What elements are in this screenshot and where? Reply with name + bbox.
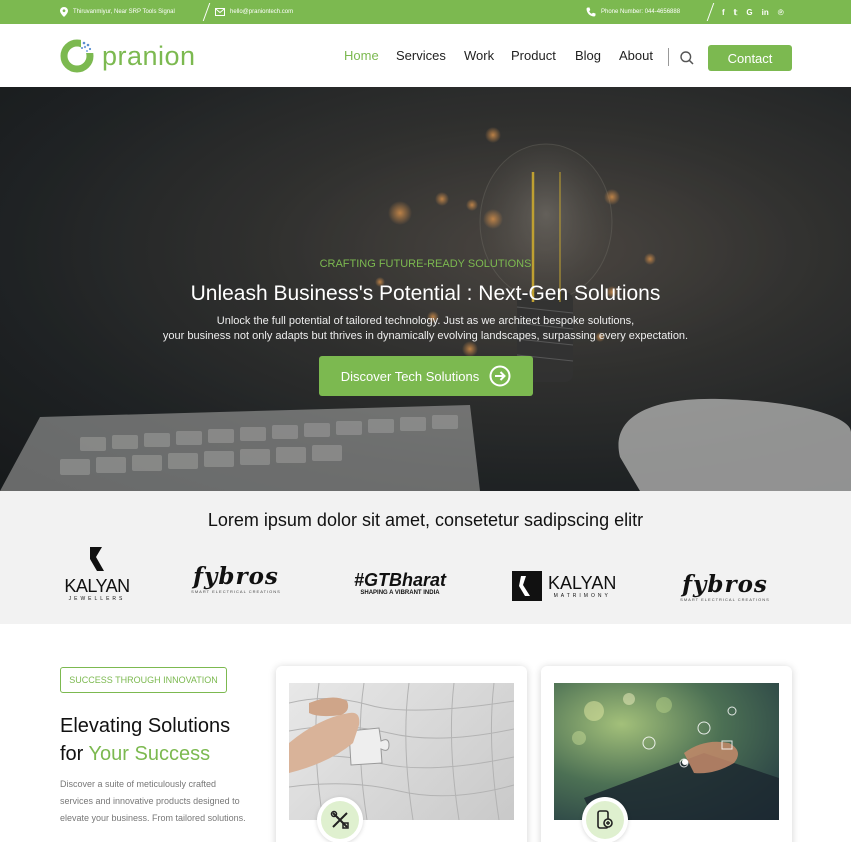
pinterest-icon[interactable]: ℗ <box>778 8 784 17</box>
brand-tagline: MATRIMONY <box>553 593 611 599</box>
brand-tagline: SHAPING A VIBRANT INDIA <box>360 590 440 596</box>
section-description: Discover a suite of meticulously crafted… <box>60 779 246 823</box>
discover-tech-solutions-button[interactable]: Discover Tech Solutions <box>319 356 533 396</box>
arrow-circle-right-icon <box>489 365 511 387</box>
phone-icon <box>586 7 596 17</box>
tools-icon <box>330 810 349 829</box>
brand-tagline: SMART ELECTRICAL CREATIONS <box>680 597 770 602</box>
service-card[interactable] <box>276 666 527 842</box>
nav-work[interactable]: Work <box>464 24 494 87</box>
phone-info[interactable]: Phone Number: 044-4656888 <box>586 0 680 24</box>
puzzle-image <box>289 683 514 820</box>
email-text[interactable]: hello@praniontech.com <box>230 9 293 15</box>
mail-icon <box>215 8 225 16</box>
brand-name: fybros <box>193 563 279 590</box>
cta-label: Discover Tech Solutions <box>340 368 480 384</box>
technology-image <box>554 683 779 820</box>
nav-services[interactable]: Services <box>396 24 446 87</box>
google-icon[interactable]: G <box>746 8 752 17</box>
divider <box>202 3 211 21</box>
clients-section: Lorem ipsum dolor sit amet, consetetur s… <box>0 491 851 624</box>
email-info[interactable]: hello@praniontech.com <box>215 0 293 24</box>
logo-mark-icon <box>60 39 94 73</box>
logo-text: pranion <box>102 40 196 71</box>
brand-tagline: JEWELLERS <box>68 596 126 602</box>
nav-divider <box>668 48 669 66</box>
kalyan-k-icon <box>90 547 104 571</box>
title-highlight: Your Success <box>88 743 211 765</box>
clients-title: Lorem ipsum dolor sit amet, consetetur s… <box>207 510 644 530</box>
technology-illustration <box>572 693 779 820</box>
service-icon-badge <box>317 797 363 842</box>
nav-about[interactable]: About <box>619 24 653 87</box>
innovation-section: SUCCESS THROUGH INNOVATION Elevating Sol… <box>0 624 851 842</box>
client-logo-gtbharat: #GTBharat SHAPING A VIBRANT INDIA <box>340 570 460 596</box>
hero-subtitle: CRAFTING FUTURE-READY SOLUTIONS <box>319 258 532 270</box>
client-logo-kalyan-matrimony: KALYAN MATRIMONY <box>512 571 628 601</box>
client-logo-kalyan-jewellers: KALYAN JEWELLERS <box>58 547 136 602</box>
brand-name: #GTBharat <box>353 570 447 590</box>
title-prefix: for <box>60 743 89 765</box>
nav-product[interactable]: Product <box>511 24 556 87</box>
facebook-icon[interactable]: f <box>722 8 725 17</box>
social-links: f 𝕥 G in ℗ <box>722 0 784 24</box>
brand-tagline: SMART ELECTRICAL CREATIONS <box>191 589 281 594</box>
brand-name: KALYAN <box>548 573 617 593</box>
contact-button[interactable]: Contact <box>708 45 792 71</box>
twitter-icon[interactable]: 𝕥 <box>734 8 738 17</box>
top-bar: Thiruvanmiyur, Near SRP Tools Signal hel… <box>0 0 851 24</box>
product-icon-badge <box>582 797 628 842</box>
hero-description-line-2: your business not only adapts but thrive… <box>162 330 689 342</box>
hero-description-line-1: Unlock the full potential of tailored te… <box>216 315 635 327</box>
section-pill-label: SUCCESS THROUGH INNOVATION <box>60 667 227 693</box>
phone-text[interactable]: Phone Number: 044-4656888 <box>601 9 680 15</box>
search-icon[interactable] <box>680 51 694 65</box>
hero-title: Unleash Business's Potential : Next-Gen … <box>190 282 661 305</box>
brand-name: fybros <box>682 571 768 598</box>
location-pin-icon <box>60 7 68 17</box>
address-text: Thiruvanmiyur, Near SRP Tools Signal <box>73 9 175 15</box>
linkedin-icon[interactable]: in <box>762 8 769 17</box>
client-logo-fybros: fybros SMART ELECTRICAL CREATIONS <box>183 563 289 595</box>
product-card[interactable] <box>541 666 792 842</box>
kalyan-matrimony-mark-icon <box>512 571 542 601</box>
client-logo-fybros-2: fybros SMART ELECTRICAL CREATIONS <box>672 571 778 603</box>
mobile-device-icon <box>597 810 613 829</box>
address-info: Thiruvanmiyur, Near SRP Tools Signal <box>60 0 175 24</box>
section-title-line-1: Elevating Solutions <box>60 715 231 737</box>
section-title-line-2: for Your Success <box>60 743 210 766</box>
nav-home[interactable]: Home <box>344 24 379 87</box>
logo[interactable]: pranion <box>60 39 196 73</box>
brand-name: KALYAN <box>64 576 130 596</box>
hero-section: CRAFTING FUTURE-READY SOLUTIONS Unleash … <box>0 87 851 491</box>
divider <box>706 3 715 21</box>
site-header: pranion Home Services Work Product Blog … <box>0 24 851 87</box>
puzzle-illustration <box>289 683 514 820</box>
nav-blog[interactable]: Blog <box>575 24 601 87</box>
